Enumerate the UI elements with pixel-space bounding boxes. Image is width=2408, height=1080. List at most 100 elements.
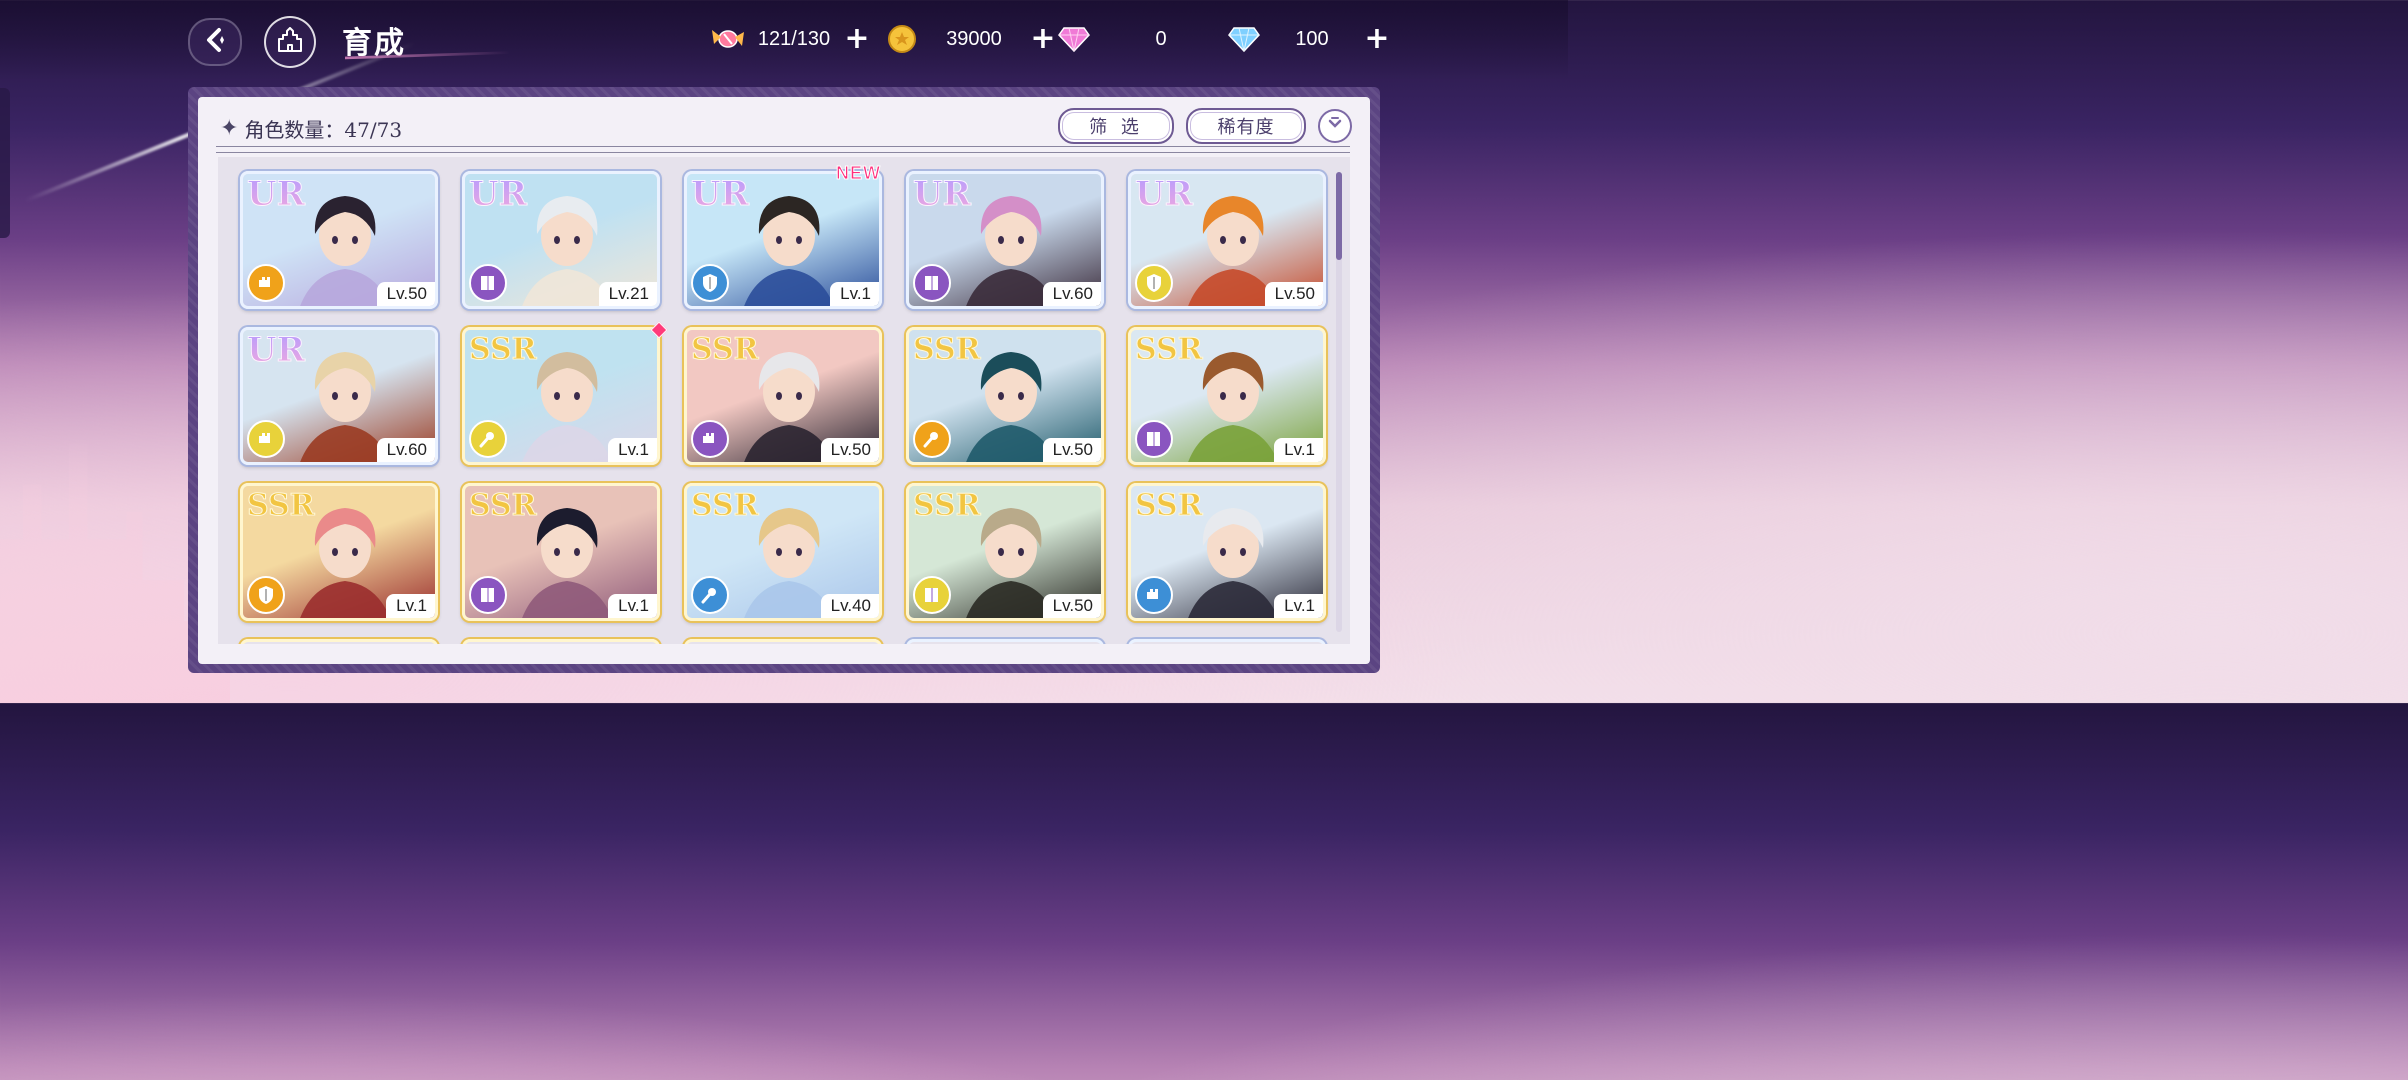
level-label: Lv.60	[1042, 282, 1101, 306]
level-label: Lv.1	[1274, 594, 1323, 618]
rarity-label: UR	[1135, 174, 1194, 215]
character-card[interactable]: UR Lv.1	[684, 171, 882, 309]
level-label: Lv.60	[376, 438, 435, 462]
paid-gem-value: 0	[1155, 27, 1167, 50]
fist-icon	[703, 433, 714, 443]
level-label: Lv.1	[608, 438, 657, 462]
stamina-value: 121/130	[757, 27, 831, 50]
character-type-badge	[469, 264, 507, 302]
level-label: Lv.50	[1264, 282, 1323, 306]
character-card[interactable]: UR Lv.50	[240, 171, 438, 309]
character-card[interactable]: SSR Lv.40	[684, 483, 882, 621]
book-icon	[925, 276, 938, 290]
add-gold-button[interactable]: +	[1028, 24, 1058, 54]
rarity-label: SSR	[913, 332, 982, 368]
back-arrow-icon	[200, 25, 230, 59]
character-card[interactable]: UR Lv.60	[906, 171, 1104, 309]
character-type-badge	[247, 264, 285, 302]
add-free-gem-button[interactable]: +	[1362, 24, 1392, 54]
character-type-badge	[913, 264, 951, 302]
rarity-label: SSR	[1135, 332, 1204, 368]
home-button[interactable]	[264, 16, 316, 68]
rarity-label: SSR	[469, 488, 538, 524]
level-label: Lv.50	[1042, 438, 1101, 462]
sort-order-toggle[interactable]	[1318, 109, 1352, 143]
character-card[interactable]	[1128, 639, 1326, 644]
shield-icon	[259, 586, 273, 604]
character-card[interactable]: UR Lv.60	[240, 327, 438, 465]
character-card[interactable]: UR Lv.50	[1128, 171, 1326, 309]
character-card[interactable]: SSR Lv.1	[1128, 483, 1326, 621]
character-count: ✦ 角色数量：47/73	[220, 114, 402, 143]
shield-icon	[1147, 274, 1161, 292]
character-card[interactable]	[462, 639, 660, 644]
character-grid[interactable]: UR Lv.50 UR Lv.21 UR Lv.1 UR Lv.60 UR Lv.50 UR Lv.6…	[218, 157, 1350, 644]
book-icon	[481, 276, 494, 290]
character-card[interactable]: SSR Lv.1	[462, 327, 660, 465]
rarity-label: UR	[247, 174, 306, 215]
rarity-label: UR	[913, 174, 972, 215]
book-icon	[481, 588, 494, 602]
character-card[interactable]: SSR Lv.50	[906, 327, 1104, 465]
rarity-label: SSR	[247, 488, 316, 524]
level-label: Lv.1	[386, 594, 435, 618]
candy-icon	[710, 21, 746, 57]
character-type-badge	[469, 576, 507, 614]
wand-icon	[701, 588, 716, 604]
character-type-badge	[1135, 420, 1173, 458]
free-gem-value: 100	[1295, 27, 1329, 50]
add-stamina-button[interactable]: +	[842, 24, 872, 54]
side-edge-tab[interactable]	[0, 88, 10, 238]
gold-value: 39000	[946, 27, 1002, 50]
sparkle-icon: ✦	[220, 116, 239, 141]
rarity-label: SSR	[1135, 488, 1204, 524]
fist-icon	[259, 277, 270, 287]
character-card[interactable]: SSR Lv.1	[1128, 327, 1326, 465]
gold-resource: 39000 +	[884, 20, 1058, 58]
character-card[interactable]	[906, 639, 1104, 644]
rarity-label: UR	[469, 174, 528, 215]
character-type-badge	[1135, 264, 1173, 302]
rarity-label: SSR	[469, 332, 538, 368]
character-type-badge	[913, 420, 951, 458]
wand-icon	[479, 432, 494, 448]
character-card[interactable]: SSR Lv.1	[462, 483, 660, 621]
filter-button[interactable]: 筛 选	[1058, 108, 1174, 144]
header-divider	[216, 146, 1350, 153]
character-card[interactable]	[240, 639, 438, 644]
grid-scrollbar-thumb[interactable]	[1336, 172, 1342, 260]
character-card[interactable]: SSR Lv.50	[906, 483, 1104, 621]
rarity-label: SSR	[913, 488, 982, 524]
level-label: Lv.40	[820, 594, 879, 618]
fist-icon	[259, 433, 270, 443]
character-type-badge	[691, 264, 729, 302]
character-card[interactable]: SSR Lv.50	[684, 327, 882, 465]
wand-icon	[923, 432, 938, 448]
coin-icon	[884, 21, 920, 57]
character-count-label: 角色数量：47/73	[244, 118, 403, 142]
stamina-resource: 121/130 +	[710, 20, 872, 58]
rarity-label: SSR	[691, 332, 760, 368]
character-type-badge	[913, 576, 951, 614]
sort-rarity-button[interactable]: 稀有度	[1186, 108, 1306, 144]
character-type-badge	[691, 576, 729, 614]
chevron-down-icon	[1326, 115, 1344, 137]
book-icon	[925, 588, 938, 602]
level-label: Lv.21	[598, 282, 657, 306]
character-card[interactable]	[684, 639, 882, 644]
level-label: Lv.50	[1042, 594, 1101, 618]
level-label: Lv.1	[608, 594, 657, 618]
character-card[interactable]: SSR Lv.1	[240, 483, 438, 621]
back-button[interactable]	[188, 18, 242, 66]
character-type-badge	[691, 420, 729, 458]
level-label: Lv.1	[830, 282, 879, 306]
rarity-label: UR	[247, 330, 306, 371]
pink-diamond-icon	[1056, 21, 1092, 57]
character-card[interactable]: UR Lv.21	[462, 171, 660, 309]
character-type-badge	[247, 576, 285, 614]
character-type-badge	[1135, 576, 1173, 614]
rarity-label: SSR	[691, 488, 760, 524]
new-badge: NEW	[836, 163, 881, 184]
book-icon	[1147, 432, 1160, 446]
character-type-badge	[247, 420, 285, 458]
